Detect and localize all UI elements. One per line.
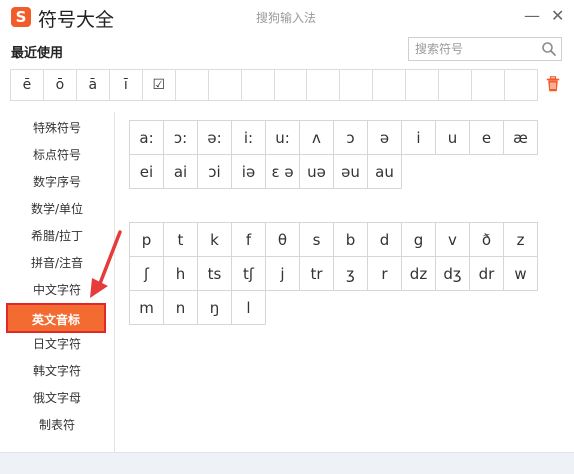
phonetic-symbol-cell[interactable]: ɔi — [198, 155, 232, 189]
phonetic-symbol-cell[interactable]: æ — [504, 121, 538, 155]
recent-symbol-cell[interactable] — [406, 70, 440, 100]
phonetic-symbol-cell[interactable]: u: — [266, 121, 300, 155]
phonetic-symbol-cell[interactable]: au — [368, 155, 402, 189]
trash-icon[interactable] — [546, 76, 560, 92]
phonetic-symbol-cell[interactable]: v — [436, 223, 470, 257]
category-item[interactable]: 制表符 — [0, 412, 114, 438]
recent-symbol-cell[interactable]: ē — [11, 70, 44, 100]
phonetic-symbol-cell[interactable]: ɔ — [334, 121, 368, 155]
category-item[interactable]: 标点符号 — [0, 142, 114, 168]
recent-symbol-cell[interactable] — [505, 70, 537, 100]
recent-symbol-cell[interactable] — [275, 70, 308, 100]
recent-symbol-cell[interactable] — [209, 70, 242, 100]
phonetic-symbol-cell[interactable]: b — [334, 223, 368, 257]
recent-symbol-cell[interactable] — [242, 70, 275, 100]
category-item[interactable]: 日文字符 — [0, 331, 114, 357]
phonetic-symbol-cell[interactable]: tr — [300, 257, 334, 291]
phonetic-symbol-cell[interactable]: θ — [266, 223, 300, 257]
phonetic-symbol-cell[interactable]: i — [402, 121, 436, 155]
recent-symbol-cell[interactable] — [340, 70, 374, 100]
category-item[interactable]: 韩文字符 — [0, 358, 114, 384]
phonetic-symbol-cell[interactable]: iə — [232, 155, 266, 189]
phonetic-symbol-cell[interactable]: ð — [470, 223, 504, 257]
recent-label: 最近使用 — [11, 46, 64, 61]
phonetic-symbol-cell[interactable]: ai — [164, 155, 198, 189]
recent-symbols-strip: ē ō ā ī ☑ — [10, 69, 538, 101]
status-bar — [0, 452, 574, 474]
search-input[interactable] — [415, 40, 535, 58]
search-box — [408, 37, 562, 61]
phonetic-symbol-cell[interactable]: f — [232, 223, 266, 257]
app-title: 符号大全 — [38, 9, 115, 31]
recent-symbol-cell[interactable] — [176, 70, 209, 100]
phonetic-symbol-cell[interactable]: ʃ — [130, 257, 164, 291]
close-button[interactable]: ✕ — [551, 6, 564, 26]
phonetic-symbol-cell[interactable]: u — [436, 121, 470, 155]
search-icon[interactable] — [541, 41, 557, 57]
phonetic-symbol-cell[interactable]: ŋ — [198, 291, 232, 325]
recent-symbol-cell[interactable] — [439, 70, 473, 100]
phonetic-symbol-cell[interactable]: i: — [232, 121, 266, 155]
recent-symbol-cell[interactable]: ī — [110, 70, 143, 100]
phonetic-symbol-cell[interactable]: n — [164, 291, 198, 325]
phonetic-symbol-cell[interactable]: t — [164, 223, 198, 257]
recent-symbol-cell[interactable] — [472, 70, 506, 100]
phonetic-symbol-cell[interactable]: tʃ — [232, 257, 266, 291]
window-caption: 搜狗输入法 — [256, 11, 317, 25]
title-bar: S 符号大全 搜狗输入法 — ✕ — [0, 0, 574, 34]
recent-symbol-cell[interactable] — [373, 70, 407, 100]
minimize-button[interactable]: — — [524, 6, 540, 26]
recent-symbol-cell[interactable]: ā — [77, 70, 110, 100]
phonetic-symbol-cell[interactable]: uə — [300, 155, 334, 189]
phonetic-symbol-cell[interactable]: m — [130, 291, 164, 325]
phonetic-symbol-cell[interactable]: l — [232, 291, 266, 325]
phonetic-symbol-cell[interactable]: ɛ ə — [266, 155, 300, 189]
recent-symbol-cell[interactable]: ☑ — [143, 70, 176, 100]
phonetic-symbol-cell[interactable]: r — [368, 257, 402, 291]
category-item[interactable]: 特殊符号 — [0, 115, 114, 141]
category-item[interactable]: 数字序号 — [0, 169, 114, 195]
phonetic-symbol-cell[interactable]: e — [470, 121, 504, 155]
phonetic-symbol-cell[interactable]: ɔ: — [164, 121, 198, 155]
category-item[interactable]: 俄文字母 — [0, 385, 114, 411]
phonetic-symbol-cell[interactable]: s — [300, 223, 334, 257]
phonetic-symbol-cell[interactable]: k — [198, 223, 232, 257]
vowel-grid: a: ɔ: ə: i: u: ʌ ɔ ə i u e æ ei ai ɔi iə ɛ ə uə əu au — [129, 120, 538, 189]
phonetic-symbol-cell[interactable]: d — [368, 223, 402, 257]
phonetic-symbol-cell[interactable]: ei — [130, 155, 164, 189]
phonetic-symbol-cell[interactable]: h — [164, 257, 198, 291]
phonetic-symbol-cell[interactable]: əu — [334, 155, 368, 189]
recent-symbol-cell[interactable]: ō — [44, 70, 77, 100]
phonetic-symbol-cell[interactable]: dr — [470, 257, 504, 291]
phonetic-symbol-cell[interactable]: a: — [130, 121, 164, 155]
phonetic-symbol-cell[interactable]: ts — [198, 257, 232, 291]
phonetic-symbol-cell[interactable]: ʒ — [334, 257, 368, 291]
phonetic-symbol-cell[interactable]: j — [266, 257, 300, 291]
phonetic-symbol-cell[interactable]: w — [504, 257, 538, 291]
phonetic-symbol-cell[interactable]: ʌ — [300, 121, 334, 155]
category-item[interactable]: 数学/单位 — [0, 196, 114, 222]
phonetic-symbol-cell[interactable]: g — [402, 223, 436, 257]
phonetic-symbol-cell[interactable]: p — [130, 223, 164, 257]
phonetic-symbol-cell[interactable]: ə: — [198, 121, 232, 155]
phonetic-symbol-cell[interactable]: dz — [402, 257, 436, 291]
sogou-logo-icon: S — [11, 7, 31, 27]
phonetic-symbol-cell[interactable]: z — [504, 223, 538, 257]
consonant-grid: p t k f θ s b d g v ð z ʃ h ts tʃ j tr ʒ r dz dʒ dr w m n ŋ l — [129, 222, 538, 325]
phonetic-symbol-cell[interactable]: dʒ — [436, 257, 470, 291]
phonetic-symbol-cell[interactable]: ə — [368, 121, 402, 155]
annotation-arrow-icon — [90, 230, 122, 298]
recent-symbol-cell[interactable] — [307, 70, 341, 100]
